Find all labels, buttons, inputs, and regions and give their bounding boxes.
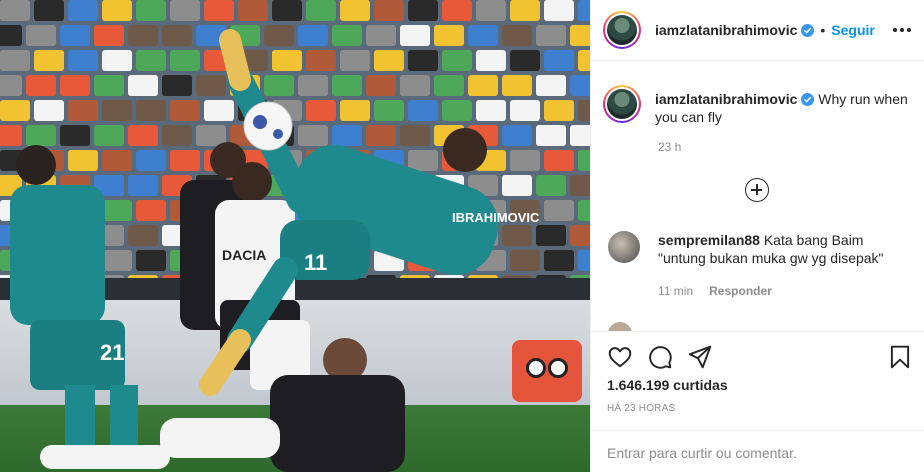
player-left: 21 <box>10 145 138 455</box>
heart-icon[interactable] <box>607 344 633 370</box>
caption-username[interactable]: iamzlatanibrahimovic <box>655 91 797 107</box>
author-avatar[interactable] <box>603 11 641 49</box>
follow-button[interactable]: Seguir <box>831 22 875 38</box>
caption-avatar[interactable] <box>603 85 641 123</box>
comments-list[interactable]: iamzlatanibrahimovic Why run when you ca… <box>591 61 924 331</box>
verified-badge-icon <box>801 93 815 106</box>
comment-meta: 11 min Responder <box>658 284 772 298</box>
verified-badge-icon <box>801 23 815 37</box>
commenter-avatar[interactable] <box>608 231 640 263</box>
reply-button[interactable]: Responder <box>709 284 772 298</box>
post-header: iamzlatanibrahimovic • Seguir <box>591 0 924 61</box>
comment-item: sempremilan88 Kata bang Baim "untung buk… <box>608 231 908 267</box>
players-illustration: 21 DACIA 11 IBRAHIMOVIC <box>10 29 540 472</box>
comment-icon[interactable] <box>647 344 673 370</box>
more-options-icon[interactable] <box>893 22 911 38</box>
svg-text:21: 21 <box>100 340 124 365</box>
comment-timestamp[interactable]: 11 min <box>658 284 693 298</box>
caption: iamzlatanibrahimovic Why run when you ca… <box>603 85 913 126</box>
likes-count[interactable]: 1.646.199 curtidas <box>607 377 728 393</box>
soccer-ball <box>243 101 293 151</box>
jersey-name: IBRAHIMOVIC <box>452 210 540 225</box>
svg-text:DACIA: DACIA <box>222 247 266 263</box>
post-actions: 1.646.199 curtidas HÁ 23 HORAS <box>591 331 924 472</box>
jersey-number: 11 <box>304 250 327 275</box>
separator-dot: • <box>820 22 826 38</box>
comment-input[interactable] <box>607 442 907 464</box>
author-username[interactable]: iamzlatanibrahimovic <box>655 22 797 38</box>
post-image[interactable]: 21 DACIA 11 IBRAHIMOVIC <box>0 0 590 472</box>
post-timestamp[interactable]: HÁ 23 HORAS <box>607 403 675 414</box>
load-more-comments-icon[interactable] <box>745 178 769 202</box>
caption-body: iamzlatanibrahimovic Why run when you ca… <box>655 85 913 126</box>
add-comment-bar <box>591 430 924 472</box>
commenter-username[interactable]: sempremilan88 <box>658 232 760 248</box>
share-icon[interactable] <box>687 344 713 370</box>
bookmark-icon[interactable] <box>887 344 913 370</box>
next-comment-avatar[interactable] <box>608 322 632 331</box>
post-sidebar: iamzlatanibrahimovic • Seguir iamzlatani… <box>590 0 924 472</box>
caption-timestamp[interactable]: 23 h <box>658 140 681 154</box>
comment-body: sempremilan88 Kata bang Baim "untung buk… <box>658 231 908 267</box>
